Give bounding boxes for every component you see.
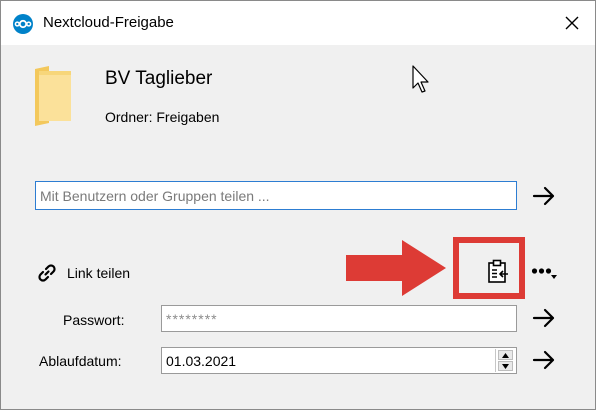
window-title: Nextcloud-Freigabe <box>43 14 174 31</box>
clipboard-icon[interactable] <box>485 259 511 285</box>
share-submit-arrow-icon[interactable] <box>531 184 557 208</box>
link-share-label[interactable]: Link teilen <box>67 265 130 281</box>
expiry-date-field[interactable] <box>161 347 517 374</box>
password-submit-arrow-icon[interactable] <box>531 306 557 330</box>
share-name: BV Taglieber <box>105 68 213 89</box>
expiry-date-spinner <box>495 349 515 372</box>
chevron-down-icon <box>502 363 509 369</box>
title-bar: Nextcloud-Freigabe <box>1 1 595 45</box>
annotation-arrow-icon <box>346 240 446 296</box>
close-icon <box>565 16 579 30</box>
nextcloud-logo-icon <box>13 14 33 34</box>
folder-icon <box>35 66 71 126</box>
share-kind: Ordner: Freigaben <box>105 109 220 125</box>
chevron-up-icon <box>502 352 509 358</box>
link-icon <box>38 264 56 282</box>
password-field[interactable] <box>161 305 517 332</box>
expiry-submit-arrow-icon[interactable] <box>531 348 557 372</box>
share-search-input[interactable] <box>35 181 517 210</box>
close-button[interactable] <box>557 10 587 36</box>
expiry-date-label: Ablaufdatum: <box>39 353 122 369</box>
date-increment-button[interactable] <box>498 350 513 360</box>
password-label: Passwort: <box>63 312 125 328</box>
mouse-cursor-icon <box>412 65 429 93</box>
more-options-icon[interactable] <box>531 265 557 281</box>
share-dialog-window: Nextcloud-Freigabe BV Taglieber Ordner: … <box>0 0 596 410</box>
date-decrement-button[interactable] <box>498 361 513 371</box>
